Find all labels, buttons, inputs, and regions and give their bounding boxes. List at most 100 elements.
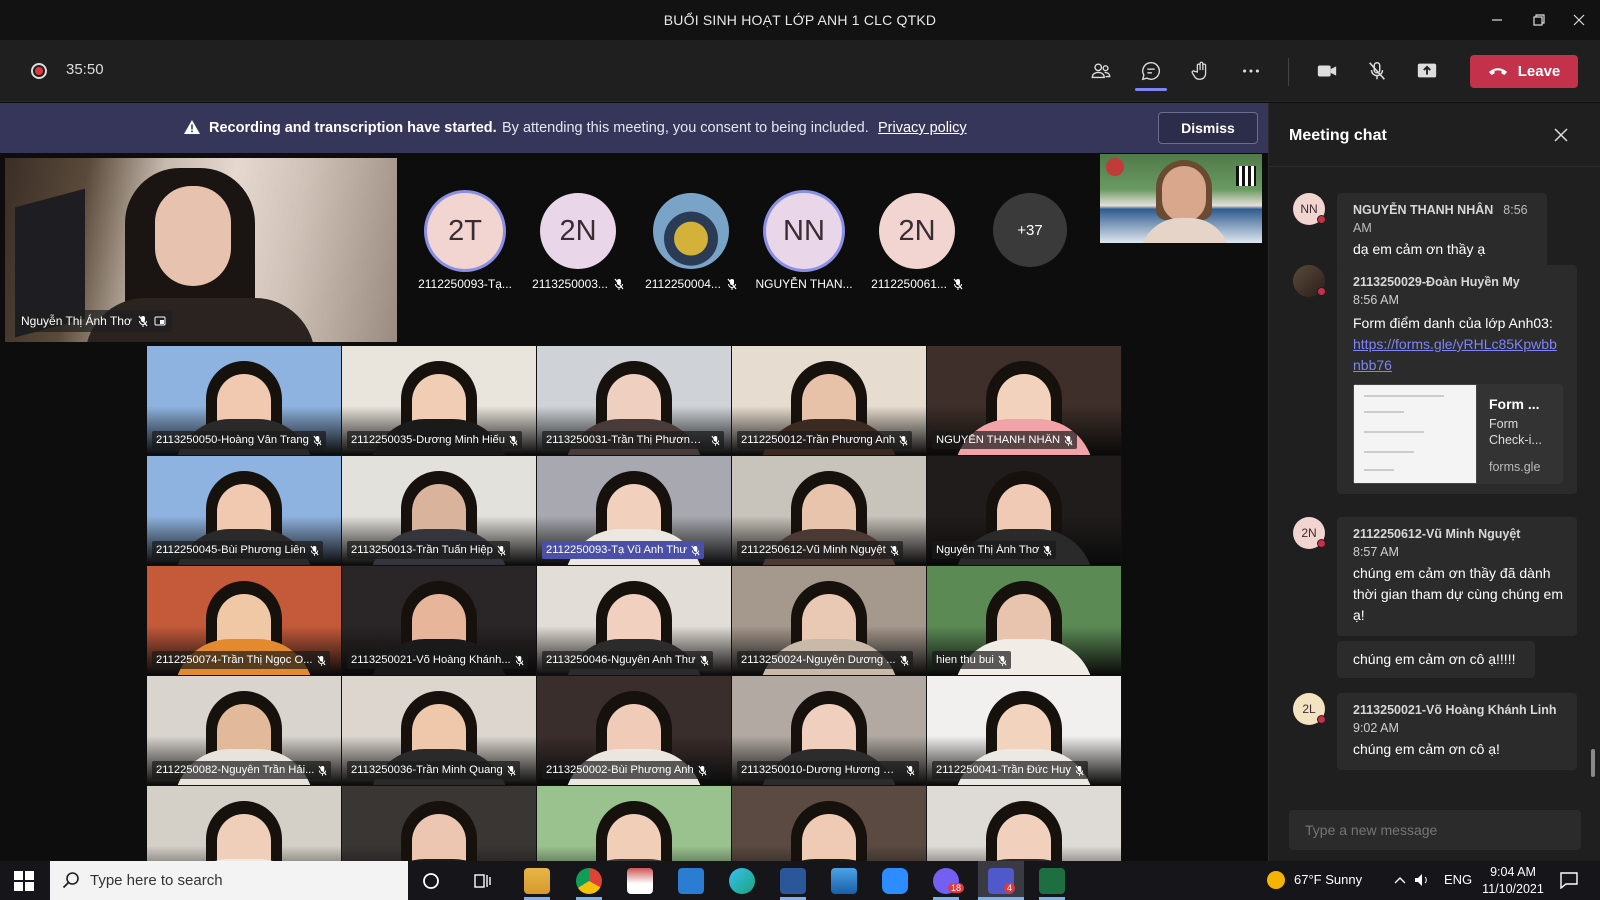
video-tile[interactable]: 2113250002-Bùi Phương Anh — [537, 676, 732, 786]
speaker-icon[interactable] — [1414, 873, 1430, 887]
edge-icon[interactable] — [729, 868, 755, 894]
file-explorer-icon[interactable] — [524, 868, 550, 894]
more-participants-count: +37 — [993, 193, 1067, 267]
video-tile[interactable]: 2113250013-Trần Tuấn Hiệp — [342, 456, 537, 566]
participant-avatar[interactable]: NN NGUYỄN THAN... — [744, 193, 864, 291]
banner-title: Recording and transcription have started… — [209, 120, 497, 136]
word-icon[interactable] — [780, 868, 806, 894]
face-shape — [1162, 166, 1206, 222]
video-tile[interactable]: 2113250050-Hoàng Vân Trang — [147, 346, 342, 456]
share-screen-icon[interactable] — [1412, 56, 1442, 86]
video-tile[interactable]: 2113250010-Dương Hương Gi... — [732, 676, 927, 786]
video-tile[interactable]: 2113250031-Trần Thị Phương ... — [537, 346, 732, 456]
pinned-video-tile[interactable]: Nguyễn Thị Ánh Thơ — [5, 158, 397, 342]
compose-message-input[interactable] — [1289, 810, 1581, 850]
mic-muted-icon[interactable] — [1362, 56, 1392, 86]
taskbar-search-box[interactable]: Type here to search — [50, 861, 408, 900]
more-participants-button[interactable]: +37 — [970, 193, 1090, 267]
participant-name: NGUYỄN THANH NHÂN — [936, 434, 1061, 446]
reactions-icon[interactable] — [1186, 56, 1216, 86]
participant-name-label: 2112250045-Bùi Phương Liên — [152, 541, 323, 559]
video-tile[interactable] — [147, 786, 342, 861]
participant-name: 2113250050-Hoàng Vân Trang — [156, 434, 309, 446]
dismiss-button[interactable]: Dismiss — [1158, 112, 1258, 144]
avatar-name: 2112250004... — [645, 277, 721, 291]
chevron-up-icon[interactable] — [1393, 874, 1407, 886]
message-text: chúng em cảm ơn cô ạ! — [1353, 741, 1500, 757]
mail-icon[interactable] — [678, 868, 704, 894]
video-tile[interactable]: 2113250046-Nguyễn Anh Thư — [537, 566, 732, 676]
mic-muted-icon — [727, 278, 737, 290]
chat-icon[interactable] — [1136, 56, 1166, 86]
windows-start-icon[interactable] — [14, 871, 34, 891]
zoom-icon[interactable] — [882, 868, 908, 894]
video-tile[interactable] — [537, 786, 732, 861]
video-tile[interactable]: 2113250021-Võ Hoàng Khánh... — [342, 566, 537, 676]
video-tile[interactable]: 2112250082-Nguyễn Trần Hải... — [147, 676, 342, 786]
restore-icon[interactable] — [1518, 0, 1560, 40]
participant-name-label: 2113250021-Võ Hoàng Khánh... — [347, 651, 528, 669]
video-tile[interactable]: 2112250093-Tạ Vũ Anh Thư — [537, 456, 732, 566]
chat-scrollbar[interactable] — [1591, 749, 1595, 777]
participant-name: Nguyễn Thị Ánh Thơ — [936, 544, 1040, 556]
participant-avatar[interactable]: 2N 2112250061... — [857, 193, 977, 291]
participant-avatar[interactable]: 2112250004... — [631, 193, 751, 291]
video-tile[interactable]: hien thu bui — [927, 566, 1122, 676]
video-tile[interactable] — [342, 786, 537, 861]
task-view-icon[interactable] — [474, 872, 492, 890]
participant-name: 2113250031-Trần Thị Phương ... — [546, 434, 708, 446]
message-bubble: 2113250029-Đoàn Huyền My 8:56 AM Form đi… — [1337, 265, 1577, 494]
mic-muted-icon — [318, 765, 327, 776]
participant-avatar[interactable]: 2N 2113250003... — [518, 193, 638, 291]
cortana-icon[interactable] — [422, 872, 440, 890]
pin-icon — [154, 316, 166, 326]
excel-icon[interactable] — [1039, 868, 1065, 894]
notification-icon[interactable] — [1560, 872, 1578, 889]
video-tile[interactable]: 2112250612-Vũ Minh Nguyệt — [732, 456, 927, 566]
clock-date: 11/10/2021 — [1482, 882, 1544, 896]
participant-name: 2112250612-Vũ Minh Nguyệt — [741, 544, 886, 556]
close-window-icon[interactable] — [1558, 0, 1600, 40]
video-tile[interactable]: 2112250012-Trần Phương Anh — [732, 346, 927, 456]
video-tile[interactable]: NGUYỄN THANH NHÂN — [927, 346, 1122, 456]
taskbar-clock[interactable]: 9:04 AM 11/10/2021 — [1478, 864, 1548, 898]
preview-title: Form ... — [1489, 396, 1540, 412]
participant-name-label: 2113250031-Trần Thị Phương ... — [542, 431, 724, 449]
teacher-video-tile[interactable] — [1100, 154, 1262, 243]
mic-muted-icon — [700, 655, 709, 666]
video-tile[interactable] — [732, 786, 927, 861]
video-tile[interactable] — [927, 786, 1122, 861]
store-icon[interactable] — [627, 868, 653, 894]
participant-name-label: 2113250024-Nguyễn Dương ... — [737, 651, 913, 669]
participant-name: 2113250013-Trần Tuấn Hiệp — [351, 544, 493, 556]
form-link[interactable]: https://forms.gle/yRHLc85Kpwbbnbb76 — [1353, 334, 1563, 376]
video-tile[interactable]: 2112250074-Trần Thị Ngọc O... — [147, 566, 342, 676]
sender-initials: 2L — [1302, 702, 1316, 716]
leave-button[interactable]: Leave — [1470, 55, 1578, 88]
language-indicator[interactable]: ENG — [1444, 872, 1472, 887]
avatar-name: 2113250003... — [532, 277, 608, 291]
chrome-icon[interactable] — [576, 868, 602, 894]
participant-name-label: 2112250082-Nguyễn Trần Hải... — [152, 761, 332, 779]
face-shape — [217, 814, 271, 861]
close-chat-icon[interactable] — [1551, 125, 1571, 145]
participant-avatar[interactable]: 2T 2112250093-Tạ... — [405, 193, 525, 291]
video-tile[interactable]: Nguyễn Thị Ánh Thơ — [927, 456, 1122, 566]
minimize-icon[interactable] — [1476, 0, 1518, 40]
link-preview-card[interactable]: Form ... Form Check-i... forms.gle — [1353, 384, 1563, 484]
leave-label: Leave — [1517, 63, 1561, 80]
camera-icon[interactable] — [1312, 56, 1342, 86]
weather-text[interactable]: 67°F Sunny — [1294, 872, 1362, 887]
video-tile[interactable]: 2112250035-Dương Minh Hiếu — [342, 346, 537, 456]
video-tile[interactable]: 2112250045-Bùi Phương Liên — [147, 456, 342, 566]
weather-sun-icon — [1267, 871, 1285, 889]
video-tile[interactable]: 2112250041-Trần Đức Huy — [927, 676, 1122, 786]
participants-icon[interactable] — [1086, 56, 1116, 86]
privacy-policy-link[interactable]: Privacy policy — [878, 120, 967, 136]
video-gallery: 2113250050-Hoàng Vân Trang 2112250035-Dươ… — [147, 346, 1122, 861]
more-options-icon[interactable] — [1236, 56, 1266, 86]
video-tile[interactable]: 2113250036-Trần Minh Quang — [342, 676, 537, 786]
participant-name-label: 2112250012-Trần Phương Anh — [737, 431, 913, 449]
video-tile[interactable]: 2113250024-Nguyễn Dương ... — [732, 566, 927, 676]
app-icon[interactable] — [831, 868, 857, 894]
